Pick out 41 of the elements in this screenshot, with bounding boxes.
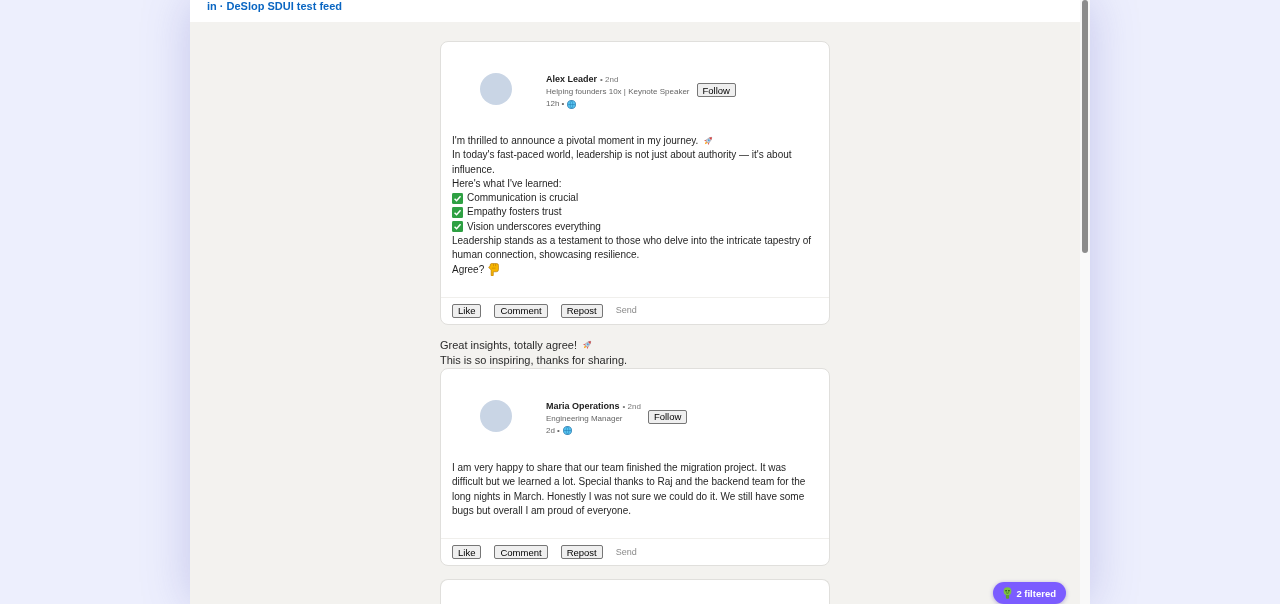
action-button[interactable]: Comment	[494, 545, 548, 560]
avatar-placeholder	[480, 399, 512, 432]
connection-degree: • 2nd	[600, 74, 619, 86]
post-text: Agree?	[452, 262, 485, 277]
post-text: Communication is crucial	[467, 191, 579, 206]
post-text: In today's fast-paced world, leadership is not just about authority — it's about influence.	[452, 149, 792, 175]
post-text: Vision underscores everything	[467, 219, 601, 234]
globe-icon	[567, 99, 577, 109]
follow-button[interactable]: Follow	[647, 409, 688, 424]
post-text: Empathy fosters trust	[467, 205, 562, 220]
avatar-placeholder	[480, 73, 512, 105]
author-headline: Engineering Manager	[546, 412, 624, 425]
send-link[interactable]: Send	[615, 546, 637, 558]
send-link[interactable]: Send	[615, 305, 637, 317]
pointing-hand-icon	[488, 263, 500, 277]
post-text: Leadership stands as a testament to those who delve into the intricate tapestry of human connection, showcasing resilience.	[452, 235, 812, 261]
author-headline: Helping founders 10x | Keynote Speaker	[546, 86, 690, 98]
action-button[interactable]: Like	[452, 545, 482, 560]
action-button[interactable]: Comment	[494, 303, 548, 318]
post-text: I am very happy to share that our team finished the migration project. It was difficult but we learned a lot. Special thanks to Raj and the backend team for the long nights in March. Honestly I was not sure we could do it. We still have some bugs but overall I am proud of everyone.	[452, 461, 806, 516]
checkmark-square-icon	[452, 221, 463, 233]
author-name[interactable]: Maria Operations	[546, 399, 620, 412]
comment-text: Great insights, totally agree!	[440, 337, 577, 353]
feed-title: in · DeSlop SDUI test feed	[207, 0, 343, 12]
checkmark-square-icon	[452, 192, 463, 204]
connection-degree: • 2nd	[622, 400, 641, 413]
filter-badge[interactable]: 2 filtered	[993, 582, 1066, 604]
creature-icon	[1003, 587, 1013, 599]
scrollbar-thumb[interactable]	[1082, 0, 1088, 253]
checkmark-square-icon	[452, 207, 463, 219]
post-text: Here's what I've learned:	[452, 177, 562, 189]
post-time: 12h •	[546, 98, 565, 110]
action-button[interactable]: Like	[452, 303, 482, 318]
author-name[interactable]: Alex Leader	[546, 73, 598, 85]
action-button[interactable]: Repost	[560, 303, 603, 318]
post-text: I'm thrilled to announce a pivotal moment in my journey.	[452, 134, 699, 148]
action-button[interactable]: Repost	[560, 545, 603, 560]
follow-button[interactable]: Follow	[696, 83, 736, 97]
globe-icon	[562, 426, 572, 436]
post-time: 2d •	[546, 424, 560, 437]
comment-text: This is so inspiring, thanks for sharing.	[440, 352, 628, 368]
